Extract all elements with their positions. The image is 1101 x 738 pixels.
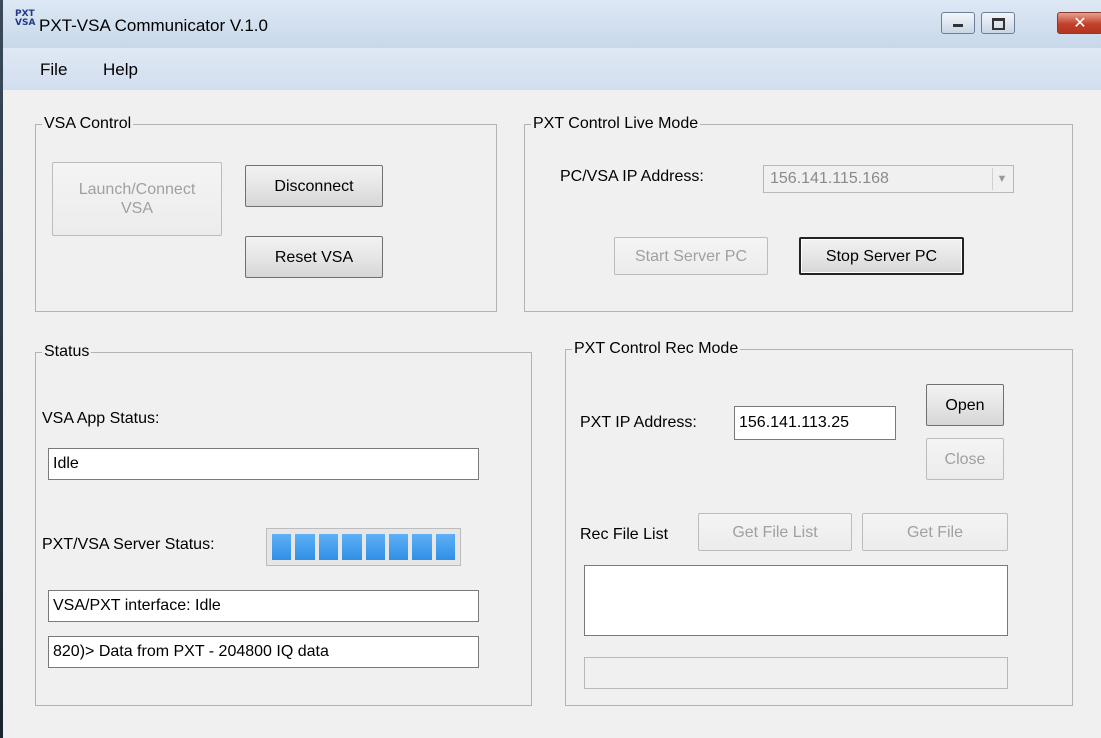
- maximize-icon: [982, 13, 1014, 33]
- get-file-button[interactable]: Get File: [862, 513, 1008, 551]
- minimize-button[interactable]: [941, 12, 975, 34]
- menu-bar: [3, 48, 1101, 90]
- pc-vsa-ip-label: PC/VSA IP Address:: [560, 168, 704, 185]
- maximize-button[interactable]: [981, 12, 1015, 34]
- progress-segment: [412, 534, 432, 560]
- disconnect-button[interactable]: Disconnect: [245, 165, 383, 207]
- start-server-pc-button[interactable]: Start Server PC: [614, 237, 768, 275]
- progress-segment: [388, 534, 409, 560]
- progress-segment: [342, 534, 362, 560]
- title-bar[interactable]: PXT VSA PXT-VSA Communicator V.1.0 ✕: [3, 0, 1101, 48]
- menu-file[interactable]: File: [40, 60, 67, 80]
- pxt-vsa-server-status-label: PXT/VSA Server Status:: [42, 536, 215, 553]
- progress-segment: [272, 534, 292, 560]
- status-title: Status: [42, 342, 92, 362]
- close-icon: ✕: [1073, 13, 1087, 32]
- rec-file-list[interactable]: [584, 565, 1008, 636]
- vsa-control-title: VSA Control: [42, 114, 134, 134]
- open-button[interactable]: Open: [926, 384, 1004, 426]
- close-button[interactable]: Close: [926, 438, 1004, 480]
- data-log-field: 820)> Data from PXT - 204800 IQ data: [48, 636, 479, 668]
- chevron-down-icon[interactable]: ▼: [992, 168, 1011, 190]
- vsa-app-status-field: Idle: [48, 448, 479, 480]
- progress-segment: [318, 534, 339, 560]
- rec-progress-bar: [584, 657, 1008, 689]
- pxt-live-mode-title: PXT Control Live Mode: [531, 114, 701, 134]
- window-left-edge: [0, 0, 3, 738]
- progress-segments: [272, 534, 455, 560]
- pxt-live-mode-group: PXT Control Live Mode: [524, 114, 1073, 312]
- pc-vsa-ip-combo[interactable]: 156.141.115.168 ▼: [763, 165, 1014, 193]
- get-file-list-button[interactable]: Get File List: [698, 513, 852, 551]
- pxt-ip-address-input[interactable]: 156.141.113.25: [734, 406, 896, 440]
- stop-server-pc-button[interactable]: Stop Server PC: [799, 237, 964, 275]
- app-window: PXT VSA PXT-VSA Communicator V.1.0 ✕ File…: [0, 0, 1101, 738]
- vsa-app-status-label: VSA App Status:: [42, 410, 160, 427]
- minimize-icon: [942, 13, 974, 33]
- launch-connect-vsa-button[interactable]: Launch/Connect VSA: [52, 162, 222, 236]
- progress-segment: [435, 534, 455, 560]
- progress-segment: [365, 534, 385, 560]
- window-title: PXT-VSA Communicator V.1.0: [39, 16, 268, 35]
- pxt-rec-mode-title: PXT Control Rec Mode: [572, 339, 741, 359]
- pc-vsa-ip-value: 156.141.115.168: [770, 170, 889, 187]
- interface-status-field: VSA/PXT interface: Idle: [48, 590, 479, 622]
- menu-help[interactable]: Help: [103, 60, 138, 80]
- progress-segment: [295, 534, 315, 560]
- app-icon: PXT VSA: [15, 9, 36, 28]
- reset-vsa-button[interactable]: Reset VSA: [245, 236, 383, 278]
- close-window-button[interactable]: ✕: [1057, 12, 1101, 34]
- rec-file-list-label: Rec File List: [580, 526, 669, 543]
- server-status-progress: [266, 528, 461, 566]
- pxt-ip-address-label: PXT IP Address:: [580, 414, 697, 431]
